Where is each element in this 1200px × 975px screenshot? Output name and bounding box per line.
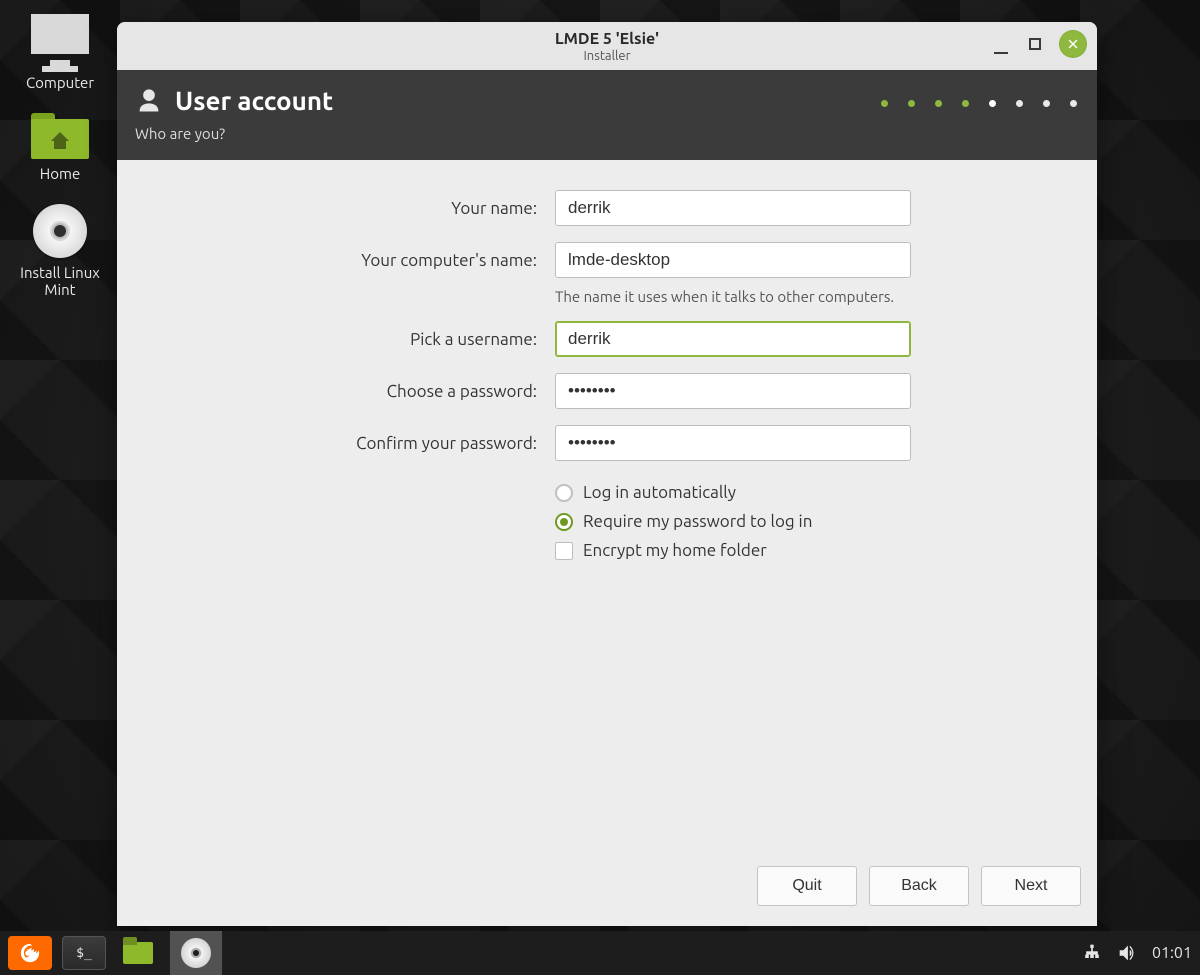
quit-button[interactable]: Quit — [757, 866, 857, 906]
folder-home-icon — [31, 119, 89, 159]
confirm-password-input[interactable] — [555, 425, 911, 461]
close-button[interactable] — [1059, 30, 1087, 58]
option-label: Encrypt my home folder — [583, 541, 767, 560]
taskbar-installer[interactable] — [170, 931, 222, 975]
next-button[interactable]: Next — [981, 866, 1081, 906]
progress-dot — [1070, 100, 1077, 107]
option-label: Require my password to log in — [583, 512, 812, 531]
terminal-icon: $_ — [76, 946, 92, 961]
computer-name-hint: The name it uses when it talks to other … — [555, 288, 1067, 305]
label-confirm: Confirm your password: — [147, 434, 537, 453]
user-icon — [135, 87, 163, 115]
desktop-icon-label: Computer — [5, 74, 115, 91]
desktop-icon-computer[interactable]: Computer — [5, 4, 115, 95]
option-auto-login[interactable]: Log in automatically — [555, 483, 1067, 502]
folder-icon — [123, 942, 153, 964]
window-title: LMDE 5 'Elsie' — [555, 30, 659, 48]
desktop-icon-install[interactable]: Install Linux Mint — [5, 186, 115, 302]
option-encrypt-home[interactable]: Encrypt my home folder — [555, 541, 1067, 560]
close-icon — [1066, 37, 1080, 51]
progress-dot — [908, 100, 915, 107]
progress-dot — [935, 100, 942, 107]
back-button[interactable]: Back — [869, 866, 969, 906]
clock[interactable]: 01:01 — [1152, 944, 1192, 962]
disc-icon — [181, 938, 211, 968]
step-subtitle: Who are you? — [135, 125, 1079, 142]
step-banner: User account Who are you? — [117, 70, 1097, 160]
progress-dot — [1043, 100, 1050, 107]
checkbox-icon — [555, 542, 573, 560]
monitor-icon — [31, 14, 89, 54]
firefox-icon — [19, 942, 41, 964]
maximize-button[interactable] — [1025, 34, 1045, 54]
progress-dot — [1016, 100, 1023, 107]
password-input[interactable] — [555, 373, 911, 409]
progress-dot — [881, 100, 888, 107]
step-title: User account — [175, 86, 333, 115]
option-label: Log in automatically — [583, 483, 736, 502]
window-subtitle: Installer — [555, 49, 659, 63]
taskbar-firefox[interactable] — [8, 936, 52, 970]
taskbar: $_ 01:01 — [0, 931, 1200, 975]
form-area: Your name: Your computer's name: The nam… — [117, 160, 1097, 848]
footer-buttons: Quit Back Next — [117, 848, 1097, 926]
volume-icon[interactable] — [1116, 942, 1138, 964]
username-input[interactable] — [555, 321, 911, 357]
titlebar[interactable]: LMDE 5 'Elsie' Installer — [117, 22, 1097, 70]
network-icon[interactable] — [1082, 943, 1102, 963]
desktop-icon-home[interactable]: Home — [5, 95, 115, 186]
desktop-icon-label: Install Linux Mint — [5, 264, 115, 298]
progress-dots — [881, 100, 1077, 107]
system-tray: 01:01 — [1082, 942, 1192, 964]
computer-name-input[interactable] — [555, 242, 911, 278]
disc-icon — [33, 204, 87, 258]
name-input[interactable] — [555, 190, 911, 226]
label-computer: Your computer's name: — [147, 251, 537, 270]
title-center: LMDE 5 'Elsie' Installer — [555, 30, 659, 63]
minimize-button[interactable] — [991, 34, 1011, 54]
progress-dot — [989, 100, 996, 107]
progress-dot — [962, 100, 969, 107]
label-password: Choose a password: — [147, 382, 537, 401]
installer-window: LMDE 5 'Elsie' Installer User account Wh… — [117, 22, 1097, 926]
taskbar-files[interactable] — [116, 936, 160, 970]
taskbar-terminal[interactable]: $_ — [62, 936, 106, 970]
radio-icon — [555, 513, 573, 531]
radio-icon — [555, 484, 573, 502]
label-name: Your name: — [147, 199, 537, 218]
desktop-icon-label: Home — [5, 165, 115, 182]
label-username: Pick a username: — [147, 330, 537, 349]
desktop-icons: Computer Home Install Linux Mint — [0, 4, 120, 302]
window-buttons — [991, 30, 1087, 58]
option-require-password[interactable]: Require my password to log in — [555, 512, 1067, 531]
